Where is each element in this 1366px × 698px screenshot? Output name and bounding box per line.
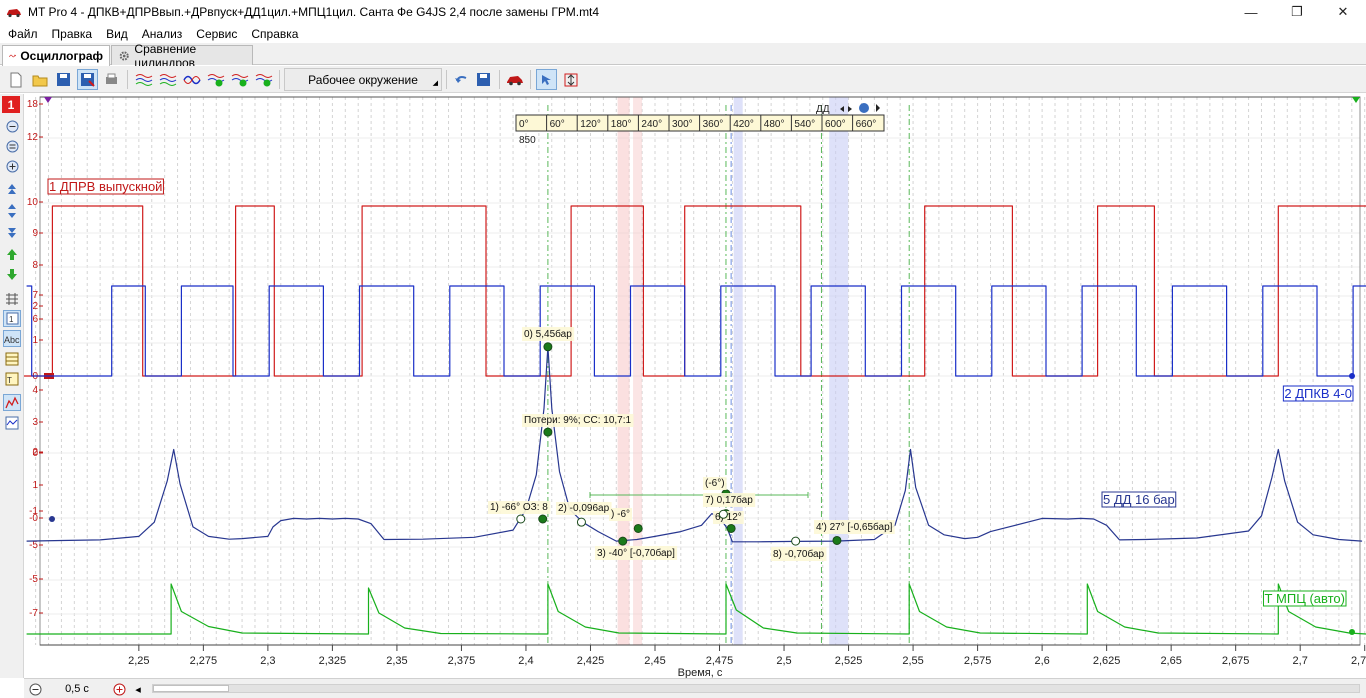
angle-scale-header: ДД [816,104,830,115]
x-tick-label: 2,65 [1160,655,1181,667]
x-tick-label: 2,25 [128,655,149,667]
x-tick-label: 2,55 [902,655,923,667]
x-tick-label: 2,325 [319,655,347,667]
marker-point[interactable] [543,342,553,352]
x-tick-label: 2,425 [577,655,605,667]
x-tick-label: 2,6 [1034,655,1049,667]
x-tick-label: 2,625 [1093,655,1121,667]
marker-point[interactable] [538,514,548,524]
horizontal-scrollbar[interactable] [152,684,1360,693]
angle-tick-label: 300° [672,119,693,130]
marker-point[interactable] [543,427,553,437]
angle-window-pink-2 [633,97,643,645]
channel-label-ch_t[interactable]: Т МПЦ (авто) [1264,591,1345,606]
marker-label[interactable]: 2) -0,096ар [558,503,610,514]
marker-point[interactable] [791,536,801,546]
y-tick-label: -0 [29,513,38,524]
marker-label[interactable]: 7) 0,17бар [705,494,753,506]
angle-tick-label: 420° [733,119,754,130]
angle-window-blue-2 [829,97,849,645]
y-tick-label: 12 [27,132,39,143]
x-tick-label: 2,575 [964,655,992,667]
x-tick-label: 2,45 [644,655,665,667]
angle-tick-label: 480° [764,119,785,130]
marker-label[interactable]: 4') 27° [-0,65бар] [816,521,893,533]
marker-label[interactable]: Потери: 9%; СС: 10,7:1 [524,415,632,426]
zoom-minus-button[interactable] [28,681,42,697]
marker-label[interactable]: ) -6° [611,509,630,520]
dd-zero-marker[interactable] [49,516,55,522]
rpm-value: 850 [519,135,536,146]
y-tick-label: 9 [32,228,38,239]
angle-tick-label: 240° [641,119,662,130]
right-green-marker[interactable] [1349,629,1355,635]
y-tick-label: -7 [29,608,38,619]
x-tick-label: 2,5 [776,655,791,667]
y-tick-label: 2 [32,301,38,312]
y-tick-label: 18 [27,99,39,110]
channel-label-ch5[interactable]: 5 ДД 16 бар [1103,492,1175,507]
y-tick-label: 10 [27,197,39,208]
zoom-plus-button[interactable] [112,681,126,697]
x-tick-label: 2,7 [1293,655,1308,667]
angle-tick-label: 600° [825,119,846,130]
angle-tick-label: 0° [519,119,529,130]
angle-window-blue [733,97,743,645]
status-bar: 0,5 с ◂ [24,678,1366,698]
marker-label[interactable]: 3) -40° [-0,70бар] [597,547,675,559]
angle-tick-label: 660° [856,119,877,130]
angle-tick-label: 540° [794,119,815,130]
y-tick-label: 0 [32,448,38,459]
marker-label[interactable]: 0) 5,45бар [524,328,572,340]
y-tick-label: 8 [32,260,38,271]
x-tick-label: 2,375 [448,655,476,667]
x-tick-label: 2,725 [1351,655,1366,667]
x-tick-label: 2,3 [260,655,275,667]
scroll-left-arrow-icon[interactable]: ◂ [132,681,144,697]
scrollbar-thumb[interactable] [153,685,229,692]
marker-point[interactable] [516,514,526,524]
marker-label[interactable]: 8) -0,70бар [773,548,825,560]
oscilloscope-plot[interactable]: 2,25 2,275 2,3 2,325 2,35 2,375 2,4 2,425 2,45 2,… [0,0,1366,698]
angle-tick-label: 360° [703,119,724,130]
channel-label-ch1[interactable]: 1 ДПРВ выпускной [49,179,162,194]
angle-tick-label: 60° [550,119,565,130]
marker-point[interactable] [618,536,628,546]
marker-point[interactable] [633,523,643,533]
x-tick-label: 2,275 [190,655,218,667]
x-tick-label: 2,475 [706,655,734,667]
angle-tick-label: 180° [611,119,632,130]
marker-point[interactable] [718,509,728,519]
angle-tick-label: 120° [580,119,601,130]
y-tick-label: 1 [32,335,38,346]
y-tick-label: 7 [32,290,38,301]
marker-point[interactable] [726,523,736,533]
x-tick-label: 2,675 [1222,655,1250,667]
channel-label-ch2[interactable]: 2 ДПКВ 4-0 [1284,386,1352,401]
x-tick-label: 2,525 [835,655,863,667]
y-tick-label: 1 [32,480,38,491]
y-tick-label: 6 [32,314,38,325]
y-tick-label: -5 [29,574,38,585]
marker-label[interactable]: 1) -66° ОЗ: 8 [490,502,548,513]
marker-point[interactable] [832,535,842,545]
x-tick-label: 2,4 [518,655,533,667]
angle-auto-icon[interactable] [859,103,869,113]
angle-window-pink [617,97,630,645]
marker-label[interactable]: (-6°) [705,478,725,489]
y-tick-label: 4 [32,385,38,396]
y-tick-label: -5 [29,540,38,551]
y-tick-label: 3 [32,417,38,428]
time-scale-value: 0,5 с [65,683,89,695]
marker-point[interactable] [576,517,586,527]
x-tick-label: 2,35 [386,655,407,667]
